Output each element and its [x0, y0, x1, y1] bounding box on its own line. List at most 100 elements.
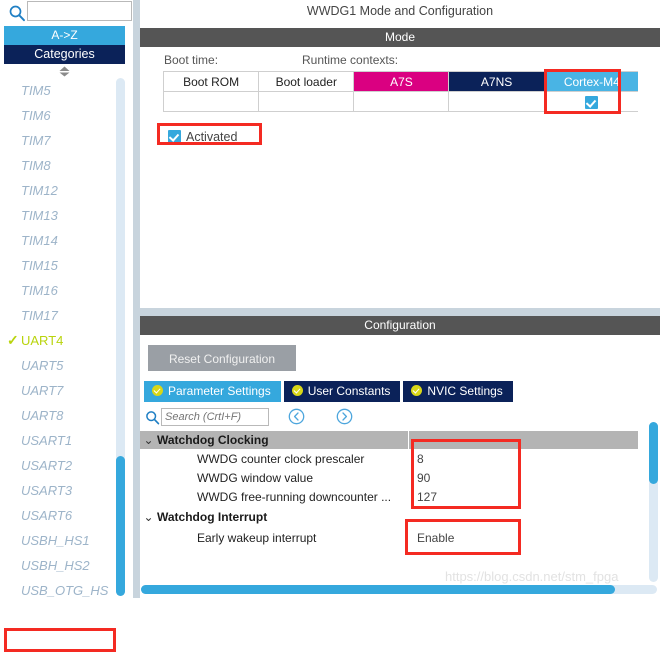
sidebar-item-tim8[interactable]: TIM8 — [4, 153, 125, 178]
search-icon — [8, 4, 26, 22]
sidebar-item-usart1[interactable]: USART1 — [4, 428, 125, 453]
cell-boot-loader[interactable] — [258, 91, 355, 112]
sidebar-item-usart3[interactable]: USART3 — [4, 478, 125, 503]
tab-nvic-settings[interactable]: NVIC Settings — [403, 381, 513, 402]
sidebar-item-label: TIM15 — [21, 258, 58, 273]
group-header-watchdog-interrupt-label: Watchdog Interrupt — [157, 510, 268, 524]
sidebar-item-tim6[interactable]: TIM6 — [4, 103, 125, 128]
scroll-up-down-icon[interactable] — [4, 64, 125, 78]
runtime-contexts-label: Runtime contexts: — [302, 53, 399, 67]
watermark-text: https://blog.csdn.net/stm_fpga — [445, 569, 619, 584]
sidebar-item-label: TIM7 — [21, 133, 51, 148]
sidebar-item-label: USART6 — [21, 508, 73, 523]
search-icon — [145, 410, 160, 428]
param-name: WWDG window value — [197, 471, 314, 485]
runtime-contexts-table: Boot ROM Boot loader A7S A7NS Cortex-M4 — [162, 71, 641, 112]
config-vertical-scrollbar-thumb[interactable] — [649, 422, 658, 484]
group-header-watchdog-clocking[interactable]: ⌄ Watchdog Clocking — [140, 431, 638, 449]
param-name: WWDG free-running downcounter ... — [197, 490, 392, 504]
sidebar-item-label: TIM12 — [21, 183, 58, 198]
param-value[interactable]: 8 — [417, 450, 424, 469]
boot-time-label: Boot time: — [164, 53, 219, 67]
sidebar-item-tim5[interactable]: TIM5 — [4, 78, 125, 103]
parameter-search-input[interactable] — [161, 408, 269, 426]
cell-cortex-m4[interactable] — [543, 91, 641, 112]
panel-splitter[interactable] — [140, 308, 660, 316]
check-circle-icon — [152, 385, 163, 397]
sidebar-tab-categories[interactable]: Categories — [4, 45, 125, 64]
sidebar-item-uart7[interactable]: UART7 — [4, 378, 125, 403]
col-header-a7s: A7S — [353, 71, 450, 92]
parameter-search-bar — [140, 405, 638, 430]
chevron-left-circle-icon[interactable] — [288, 408, 305, 425]
sidebar-item-tim15[interactable]: TIM15 — [4, 253, 125, 278]
config-vertical-scrollbar[interactable] — [649, 422, 658, 582]
sidebar-item-label: TIM5 — [21, 83, 51, 98]
reset-configuration-button[interactable]: Reset Configuration — [148, 345, 296, 371]
sidebar-item-tim14[interactable]: TIM14 — [4, 228, 125, 253]
sidebar-tab-a-to-z[interactable]: A->Z — [4, 26, 125, 45]
col-header-cortex-m4: Cortex-M4 — [543, 71, 641, 92]
table-row[interactable]: WWDG free-running downcounter ... 127 — [140, 488, 638, 507]
cell-a7s[interactable] — [353, 91, 450, 112]
sidebar-item-tim12[interactable]: TIM12 — [4, 178, 125, 203]
check-circle-icon — [411, 385, 423, 397]
tab-parameter-settings[interactable]: Parameter Settings — [144, 381, 281, 402]
param-name: WWDG counter clock prescaler — [197, 452, 365, 466]
activated-row[interactable]: Activated — [168, 129, 237, 145]
table-row[interactable]: Early wakeup interrupt Enable — [140, 529, 638, 548]
chevron-down-icon[interactable]: ⌄ — [140, 431, 157, 449]
chevron-right-circle-icon[interactable] — [336, 408, 353, 425]
sidebar-item-usbh_hs1[interactable]: USBH_HS1 — [4, 528, 125, 553]
sidebar-item-usart6[interactable]: USART6 — [4, 503, 125, 528]
sidebar-item-uart4[interactable]: ✓ UART4 — [4, 328, 125, 353]
param-value[interactable]: Enable — [417, 529, 454, 548]
sidebar-item-label: UART8 — [21, 408, 64, 423]
col-header-a7ns: A7NS — [448, 71, 545, 92]
sidebar-item-label: TIM17 — [21, 308, 58, 323]
tab-parameter-settings-label: Parameter Settings — [168, 384, 271, 398]
sidebar-item-usbh_hs2[interactable]: USBH_HS2 — [4, 553, 125, 578]
activated-checkbox[interactable] — [168, 130, 181, 144]
mode-section-body: Boot time: Runtime contexts: Boot ROM Bo… — [140, 47, 660, 308]
sidebar-scrollbar-thumb[interactable] — [116, 456, 125, 596]
sidebar-search-row — [0, 0, 133, 24]
col-header-boot-loader: Boot loader — [258, 71, 355, 92]
sidebar-item-label: TIM6 — [21, 108, 51, 123]
param-value[interactable]: 90 — [417, 469, 430, 488]
table-row — [162, 91, 641, 112]
sidebar-item-tim13[interactable]: TIM13 — [4, 203, 125, 228]
sidebar-item-label: USART1 — [21, 433, 73, 448]
column-separator — [408, 431, 409, 449]
table-header-row: Boot ROM Boot loader A7S A7NS Cortex-M4 — [162, 71, 641, 92]
param-value[interactable]: 127 — [417, 488, 437, 507]
mode-section-header: Mode — [140, 28, 660, 47]
mode-right-filler — [638, 47, 660, 308]
sidebar-item-tim16[interactable]: TIM16 — [4, 278, 125, 303]
activated-label: Activated — [186, 129, 238, 144]
table-row[interactable]: WWDG counter clock prescaler 8 — [140, 450, 638, 469]
sidebar-item-label: TIM13 — [21, 208, 58, 223]
cell-boot-rom[interactable] — [162, 91, 260, 112]
sidebar-item-uart8[interactable]: UART8 — [4, 403, 125, 428]
tab-user-constants[interactable]: User Constants — [283, 381, 401, 402]
sidebar-item-usb_otg_hs[interactable]: USB_OTG_HS — [4, 578, 125, 598]
sidebar-item-tim17[interactable]: TIM17 — [4, 303, 125, 328]
chevron-down-icon[interactable]: ⌄ — [140, 508, 157, 526]
param-name: Early wakeup interrupt — [197, 531, 317, 545]
sidebar-item-label: UART7 — [21, 383, 64, 398]
cell-a7ns[interactable] — [448, 91, 545, 112]
config-horizontal-scrollbar-thumb[interactable] — [141, 585, 615, 594]
sidebar-main-divider — [133, 0, 140, 598]
peripheral-list[interactable]: TIM5 TIM6 TIM7 TIM8 TIM12 TIM13 TIM14 TIM15 TIM1… — [4, 78, 125, 598]
sidebar-scrollbar[interactable] — [116, 78, 125, 596]
sidebar-item-usart2[interactable]: USART2 — [4, 453, 125, 478]
sidebar-item-label: UART4 — [21, 333, 64, 348]
group-header-watchdog-interrupt[interactable]: ⌄ Watchdog Interrupt — [140, 508, 638, 526]
config-horizontal-scrollbar[interactable] — [141, 585, 657, 594]
table-row[interactable]: WWDG window value 90 — [140, 469, 638, 488]
sidebar-item-uart5[interactable]: UART5 — [4, 353, 125, 378]
sidebar-item-tim7[interactable]: TIM7 — [4, 128, 125, 153]
sidebar-search-input[interactable] — [27, 1, 132, 21]
cortex-m4-checkbox[interactable] — [585, 95, 599, 109]
